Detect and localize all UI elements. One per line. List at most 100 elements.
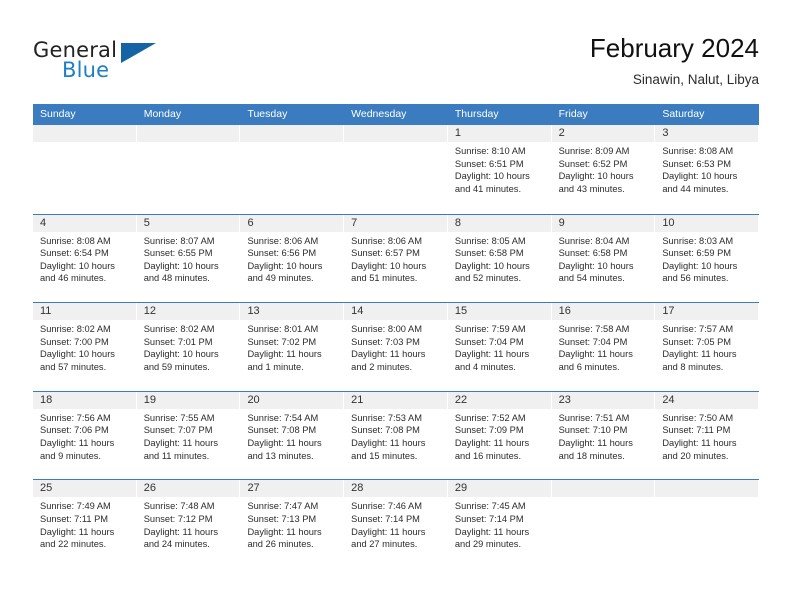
day-cell[interactable]: 17 Sunrise: 7:57 AM Sunset: 7:05 PM Dayligh… <box>655 303 760 391</box>
day-sun-info: Sunrise: 8:10 AM Sunset: 6:51 PM Daylight:… <box>448 142 551 195</box>
sunrise-text: Sunrise: 7:50 AM <box>662 412 734 423</box>
day-cell[interactable]: 20 Sunrise: 7:54 AM Sunset: 7:08 PM Dayligh… <box>240 391 345 480</box>
general-blue-logo[interactable]: General Blue <box>33 38 223 88</box>
day-cell[interactable]: 24 Sunrise: 7:50 AM Sunset: 7:11 PM Dayligh… <box>655 391 760 480</box>
day-sun-info: Sunrise: 7:47 AM Sunset: 7:13 PM Daylight:… <box>240 497 343 550</box>
sunrise-text: Sunrise: 7:53 AM <box>351 412 422 423</box>
daylight-text-line1: Daylight: 10 hours <box>143 349 219 360</box>
sunrise-text: Sunrise: 8:08 AM <box>40 235 111 246</box>
day-number: 6 <box>247 216 254 229</box>
day-sun-info: Sunrise: 8:02 AM Sunset: 7:01 PM Daylight:… <box>137 320 240 373</box>
day-number-strip: 17 <box>655 303 759 321</box>
day-cell[interactable]: 7 Sunrise: 8:06 AM Sunset: 6:57 PM Daylight… <box>344 214 448 303</box>
day-sun-info: Sunrise: 8:06 AM Sunset: 6:57 PM Daylight:… <box>344 232 447 285</box>
sunrise-text: Sunrise: 7:46 AM <box>351 501 422 512</box>
day-cell[interactable]: 4 Sunrise: 8:08 AM Sunset: 6:54 PM Daylight… <box>33 214 137 303</box>
day-number: 25 <box>40 482 53 495</box>
day-sun-info: Sunrise: 8:05 AM Sunset: 6:58 PM Daylight:… <box>448 232 551 285</box>
day-sun-info: Sunrise: 7:48 AM Sunset: 7:12 PM Daylight:… <box>137 497 240 550</box>
day-cell[interactable]: 27 Sunrise: 7:47 AM Sunset: 7:13 PM Dayligh… <box>240 480 345 568</box>
day-cell[interactable]: 9 Sunrise: 8:04 AM Sunset: 6:58 PM Daylight… <box>551 214 656 303</box>
day-cell[interactable]: 13 Sunrise: 8:01 AM Sunset: 7:02 PM Dayligh… <box>240 303 345 391</box>
daylight-text-line2: and 6 minutes. <box>558 361 620 372</box>
day-sun-info: Sunrise: 7:59 AM Sunset: 7:04 PM Daylight:… <box>448 320 551 373</box>
daylight-text-line2: and 43 minutes. <box>558 183 625 194</box>
sunrise-text: Sunrise: 7:58 AM <box>558 324 630 335</box>
day-cell[interactable]: 28 Sunrise: 7:46 AM Sunset: 7:14 PM Dayligh… <box>344 480 448 568</box>
day-number-strip: 20 <box>240 391 344 409</box>
calendar-grid: Sunday Monday Tuesday Wednesday Thursday Frid… <box>33 104 760 568</box>
sunrise-text: Sunrise: 7:51 AM <box>558 412 630 423</box>
sunset-text: Sunset: 7:00 PM <box>40 336 109 347</box>
sunset-text: Sunset: 6:58 PM <box>558 248 628 259</box>
day-number-strip: 2 <box>551 125 655 142</box>
day-cell[interactable]: 22 Sunrise: 7:52 AM Sunset: 7:09 PM Dayligh… <box>447 391 552 480</box>
sunset-text: Sunset: 7:04 PM <box>454 336 524 347</box>
day-cell[interactable]: 11 Sunrise: 8:02 AM Sunset: 7:00 PM Dayligh… <box>33 303 137 391</box>
day-cell[interactable]: 26 Sunrise: 7:48 AM Sunset: 7:12 PM Dayligh… <box>136 480 241 568</box>
day-cell[interactable]: 14 Sunrise: 8:00 AM Sunset: 7:03 PM Dayligh… <box>344 303 448 391</box>
sunset-text: Sunset: 7:08 PM <box>351 425 420 436</box>
day-number: 8 <box>454 216 461 229</box>
sunset-text: Sunset: 7:12 PM <box>143 513 213 524</box>
weekday-header-row: Sunday Monday Tuesday Wednesday Thursday Frid… <box>33 104 759 125</box>
daylight-text-line2: and 44 minutes. <box>662 183 729 194</box>
daylight-text-line2: and 4 minutes. <box>454 361 516 372</box>
day-number: 5 <box>143 216 150 229</box>
daylight-text-line2: and 54 minutes. <box>558 273 625 284</box>
day-number-strip: 14 <box>344 303 447 321</box>
day-sun-info: Sunrise: 7:54 AM Sunset: 7:08 PM Daylight:… <box>240 409 343 462</box>
day-cell[interactable]: 15 Sunrise: 7:59 AM Sunset: 7:04 PM Dayligh… <box>447 303 552 391</box>
day-sun-info: Sunrise: 7:50 AM Sunset: 7:11 PM Daylight:… <box>655 409 758 462</box>
day-cell[interactable]: 10 Sunrise: 8:03 AM Sunset: 6:59 PM Dayligh… <box>655 214 760 303</box>
daylight-text-line2: and 20 minutes. <box>662 450 729 461</box>
day-cell[interactable]: 6 Sunrise: 8:06 AM Sunset: 6:56 PM Daylight… <box>240 214 345 303</box>
daylight-text-line1: Daylight: 11 hours <box>143 526 218 537</box>
day-cell[interactable]: 23 Sunrise: 7:51 AM Sunset: 7:10 PM Dayligh… <box>551 391 656 480</box>
sunrise-text: Sunrise: 7:56 AM <box>40 412 111 423</box>
day-number-strip <box>33 125 136 142</box>
day-number: 12 <box>143 305 156 318</box>
day-sun-info: Sunrise: 8:02 AM Sunset: 7:00 PM Daylight:… <box>33 320 136 373</box>
daylight-text-line2: and 46 minutes. <box>40 273 107 284</box>
sunset-text: Sunset: 7:03 PM <box>351 336 420 347</box>
day-cell[interactable]: 1 Sunrise: 8:10 AM Sunset: 6:51 PM Daylight… <box>447 125 552 214</box>
day-cell[interactable]: 29 Sunrise: 7:45 AM Sunset: 7:14 PM Dayligh… <box>447 480 552 568</box>
day-sun-info: Sunrise: 8:03 AM Sunset: 6:59 PM Daylight:… <box>655 232 758 285</box>
daylight-text-line2: and 9 minutes. <box>40 450 101 461</box>
sunset-text: Sunset: 7:13 PM <box>247 513 317 524</box>
day-number: 22 <box>454 393 468 406</box>
day-cell[interactable]: 21 Sunrise: 7:53 AM Sunset: 7:08 PM Dayligh… <box>344 391 448 480</box>
day-number: 15 <box>454 305 468 318</box>
day-number: 3 <box>662 127 669 139</box>
day-number-strip: 16 <box>551 303 655 321</box>
day-cell[interactable]: 8 Sunrise: 8:05 AM Sunset: 6:58 PM Daylight… <box>447 214 552 303</box>
page-title: February 2024 <box>589 33 759 63</box>
day-number: 16 <box>558 305 571 318</box>
day-cell[interactable]: 2 Sunrise: 8:09 AM Sunset: 6:52 PM Daylight… <box>551 125 656 214</box>
sunset-text: Sunset: 7:08 PM <box>247 425 317 436</box>
sunset-text: Sunset: 6:51 PM <box>454 158 524 169</box>
day-cell[interactable]: 19 Sunrise: 7:55 AM Sunset: 7:07 PM Dayligh… <box>136 391 241 480</box>
day-sun-info: Sunrise: 7:46 AM Sunset: 7:14 PM Daylight:… <box>344 497 447 550</box>
day-sun-info: Sunrise: 8:09 AM Sunset: 6:52 PM Daylight:… <box>552 142 655 195</box>
day-cell[interactable]: 25 Sunrise: 7:49 AM Sunset: 7:11 PM Dayligh… <box>33 480 137 568</box>
day-cell[interactable]: 18 Sunrise: 7:56 AM Sunset: 7:06 PM Dayligh… <box>33 391 137 480</box>
daylight-text-line2: and 49 minutes. <box>247 273 314 284</box>
sunrise-text: Sunrise: 7:45 AM <box>454 501 526 512</box>
sunset-text: Sunset: 7:05 PM <box>662 336 732 347</box>
day-cell[interactable]: 5 Sunrise: 8:07 AM Sunset: 6:55 PM Daylight… <box>136 214 241 303</box>
day-cell[interactable]: 12 Sunrise: 8:02 AM Sunset: 7:01 PM Dayligh… <box>136 303 241 391</box>
daylight-text-line2: and 51 minutes. <box>351 273 418 284</box>
day-cell[interactable]: 16 Sunrise: 7:58 AM Sunset: 7:04 PM Dayligh… <box>551 303 656 391</box>
calendar-week-row: 25 Sunrise: 7:49 AM Sunset: 7:11 PM Dayligh… <box>33 479 760 568</box>
page-header: General Blue February 2024 Sinawin, Nalu… <box>0 0 792 100</box>
daylight-text-line2: and 1 minute. <box>247 361 304 372</box>
day-number: 27 <box>247 482 260 495</box>
sunrise-text: Sunrise: 8:08 AM <box>662 146 734 156</box>
day-number: 2 <box>558 127 565 139</box>
day-number-strip: 7 <box>344 214 447 232</box>
day-cell[interactable]: 3 Sunrise: 8:08 AM Sunset: 6:53 PM Daylight… <box>655 125 760 214</box>
day-number: 18 <box>40 393 53 406</box>
sunrise-text: Sunrise: 7:54 AM <box>247 412 319 423</box>
